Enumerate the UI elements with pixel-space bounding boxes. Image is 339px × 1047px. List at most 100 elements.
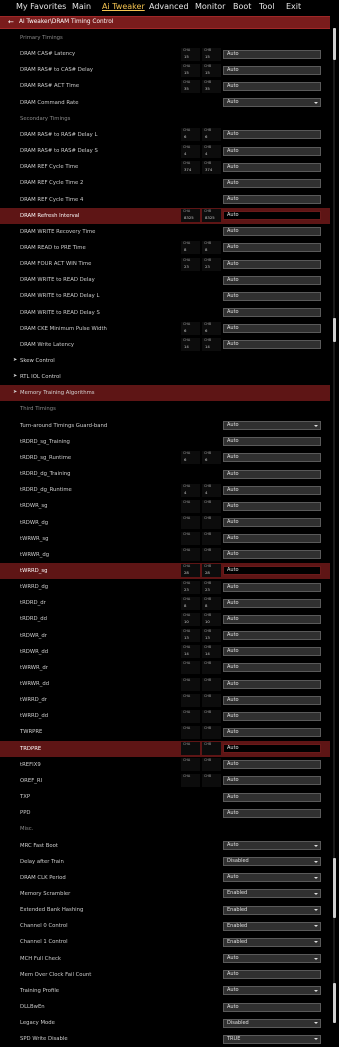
value-dropdown[interactable]: Disabled — [223, 1018, 321, 1028]
setting-row-memory-training-algorithms[interactable]: ➤ Memory Training Algorithms — [0, 385, 330, 402]
value-input[interactable]: Auto — [223, 566, 321, 576]
menu-tool[interactable]: Tool — [259, 2, 275, 12]
value-input[interactable]: Auto — [223, 243, 321, 253]
setting-row-delay-after-train[interactable]: Delay after Train Disabled — [0, 854, 330, 870]
value-input[interactable]: Auto — [223, 760, 321, 770]
setting-row-trdwr-dd[interactable]: tRDWR_dd CHA 14 CHB 14 Auto — [0, 644, 330, 660]
value-input[interactable]: Auto — [223, 711, 321, 721]
setting-row-twrrd-dg[interactable]: tWRRD_dg CHA 23 CHB 23 Auto — [0, 579, 330, 595]
value-input[interactable]: Auto — [223, 695, 321, 705]
setting-row-twrpre[interactable]: TWRPRE CHA CHB Auto — [0, 724, 330, 740]
setting-row-dram-ref-cycle-time-2[interactable]: DRAM REF Cycle Time 2 Auto — [0, 175, 330, 191]
setting-row-mrc-fast-boot[interactable]: MRC Fast Boot Auto — [0, 838, 330, 854]
scrollbar[interactable] — [332, 28, 336, 1023]
scrollbar-thumb[interactable] — [332, 318, 336, 342]
setting-row-training-profile[interactable]: Training Profile Auto — [0, 983, 330, 999]
setting-row-dram-command-rate[interactable]: DRAM Command Rate Auto — [0, 95, 330, 111]
setting-row-twrwr-dg[interactable]: tWRWR_dg CHA CHB Auto — [0, 547, 330, 563]
setting-row-dram-ras-to-ras-delay-s[interactable]: DRAM RAS# to RAS# Delay S CHA 4 CHB 4 Auto — [0, 143, 330, 159]
setting-row-twrwr-dr[interactable]: tWRWR_dr CHA CHB Auto — [0, 660, 330, 676]
value-input[interactable]: Auto — [223, 259, 321, 269]
value-input[interactable]: Auto — [223, 534, 321, 544]
value-input[interactable]: Auto — [223, 49, 321, 59]
menu-ai-tweaker[interactable]: Ai Tweaker — [102, 2, 145, 12]
menu-main[interactable]: Main — [72, 2, 91, 12]
setting-row-twrrd-dr[interactable]: tWRRD_dr CHA CHB Auto — [0, 692, 330, 708]
menu-advanced[interactable]: Advanced — [149, 2, 189, 12]
value-input[interactable]: Auto — [223, 275, 321, 285]
value-dropdown[interactable]: Auto — [223, 954, 321, 964]
setting-row-turn-around-timings-guard-band[interactable]: Turn-around Timings Guard-band Auto — [0, 418, 330, 434]
value-dropdown[interactable]: Auto — [223, 986, 321, 996]
breadcrumb[interactable]: ← Ai Tweaker\DRAM Timing Control — [0, 16, 330, 29]
setting-row-trefix9[interactable]: tREFIX9 CHA CHB Auto — [0, 757, 330, 773]
setting-row-channel-0-control[interactable]: Channel 0 Control Enabled — [0, 918, 330, 934]
setting-row-twrwr-sg[interactable]: tWRWR_sg CHA CHB Auto — [0, 531, 330, 547]
value-dropdown[interactable]: Auto — [223, 421, 321, 431]
value-input[interactable]: Auto — [223, 130, 321, 140]
setting-row-dram-ref-cycle-time[interactable]: DRAM REF Cycle Time CHA 374 CHB 374 Auto — [0, 159, 330, 175]
setting-row-trdpre[interactable]: TRDPRE CHA CHB Auto — [0, 740, 330, 757]
menu-exit[interactable]: Exit — [286, 2, 301, 12]
value-dropdown[interactable]: Enabled — [223, 905, 321, 915]
value-input[interactable]: Auto — [223, 776, 321, 786]
value-input[interactable]: Auto — [223, 469, 321, 479]
setting-row-twrrd-sg[interactable]: tWRRD_sg CHA 28 CHB 28 Auto — [0, 562, 330, 580]
scrollbar-thumb[interactable] — [332, 28, 336, 60]
value-input[interactable]: Auto — [223, 598, 321, 608]
setting-row-twrrd-dd[interactable]: tWRRD_dd CHA CHB Auto — [0, 708, 330, 724]
setting-row-trdrd-dr[interactable]: tRDRD_dr CHA 8 CHB 8 Auto — [0, 595, 330, 611]
setting-row-dram-ref-cycle-time-4[interactable]: DRAM REF Cycle Time 4 Auto — [0, 192, 330, 208]
value-input[interactable]: Auto — [223, 291, 321, 301]
value-input[interactable]: Auto — [223, 792, 321, 802]
setting-row-rtl-iol-control[interactable]: ➤ RTL IOL Control — [0, 369, 330, 385]
value-input[interactable]: Auto — [223, 81, 321, 91]
setting-row-dram-four-act-win-time[interactable]: DRAM FOUR ACT WIN Time CHA 23 CHB 23 Auto — [0, 256, 330, 272]
value-input[interactable]: Auto — [223, 65, 321, 75]
value-input[interactable]: Auto — [223, 663, 321, 673]
value-input[interactable]: Auto — [223, 324, 321, 334]
setting-row-dram-clk-period[interactable]: DRAM CLK Period Auto — [0, 870, 330, 886]
setting-row-trdwr-dg[interactable]: tRDWR_dg CHA CHB Auto — [0, 515, 330, 531]
value-dropdown[interactable]: Disabled — [223, 857, 321, 867]
setting-row-dram-write-to-read-delay-l[interactable]: DRAM WRITE to READ Delay L Auto — [0, 288, 330, 304]
value-input[interactable]: Auto — [223, 1002, 321, 1012]
value-dropdown[interactable]: Enabled — [223, 889, 321, 899]
setting-row-skew-control[interactable]: ➤ Skew Control — [0, 353, 330, 369]
value-input[interactable]: Auto — [223, 647, 321, 657]
value-input[interactable]: Auto — [223, 501, 321, 511]
value-input[interactable]: Auto — [223, 437, 321, 447]
setting-row-txp[interactable]: TXP Auto — [0, 789, 330, 805]
value-input[interactable]: Auto — [223, 808, 321, 818]
value-input[interactable]: Auto — [223, 550, 321, 560]
setting-row-legacy-mode[interactable]: Legacy Mode Disabled — [0, 1015, 330, 1031]
setting-row-ppd[interactable]: PPD Auto — [0, 805, 330, 821]
value-input[interactable]: Auto — [223, 178, 321, 188]
value-input[interactable]: Auto — [223, 631, 321, 641]
value-dropdown[interactable]: Enabled — [223, 937, 321, 947]
setting-row-dllbwen[interactable]: DLLBwEn Auto — [0, 999, 330, 1015]
setting-row-spd-write-disable[interactable]: SPD Write Disable TRUE — [0, 1031, 330, 1047]
setting-row-dram-ras-act-time[interactable]: DRAM RAS# ACT Time CHA 35 CHB 35 Auto — [0, 78, 330, 94]
setting-row-dram-ras-to-ras-delay-l[interactable]: DRAM RAS# to RAS# Delay L CHA 6 CHB 6 Auto — [0, 127, 330, 143]
menu-my-favorites[interactable]: My Favorites — [16, 2, 66, 12]
scrollbar-thumb[interactable] — [332, 983, 336, 1023]
setting-row-extended-bank-hashing[interactable]: Extended Bank Hashing Enabled — [0, 902, 330, 918]
value-input[interactable]: Auto — [223, 485, 321, 495]
value-input[interactable]: Auto — [223, 727, 321, 737]
setting-row-dram-write-recovery-time[interactable]: DRAM WRITE Recovery Time Auto — [0, 224, 330, 240]
value-dropdown[interactable]: Auto — [223, 98, 321, 108]
menu-boot[interactable]: Boot — [233, 2, 251, 12]
menu-monitor[interactable]: Monitor — [195, 2, 225, 12]
value-input[interactable]: Auto — [223, 211, 321, 221]
setting-row-oref-ri[interactable]: OREF_RI CHA CHB Auto — [0, 773, 330, 789]
value-input[interactable]: Auto — [223, 146, 321, 156]
setting-row-dram-write-to-read-delay[interactable]: DRAM WRITE to READ Delay Auto — [0, 272, 330, 288]
value-input[interactable]: Auto — [223, 518, 321, 527]
setting-row-dram-ras-to-cas-delay[interactable]: DRAM RAS# to CAS# Delay CHA 15 CHB 15 Auto — [0, 62, 330, 78]
setting-row-trdwr-sg[interactable]: tRDWR_sg CHA CHB Auto — [0, 498, 330, 514]
value-dropdown[interactable]: TRUE — [223, 1034, 321, 1044]
scrollbar-thumb[interactable] — [332, 858, 336, 918]
value-dropdown[interactable]: Enabled — [223, 921, 321, 931]
value-dropdown[interactable]: Auto — [223, 873, 321, 883]
